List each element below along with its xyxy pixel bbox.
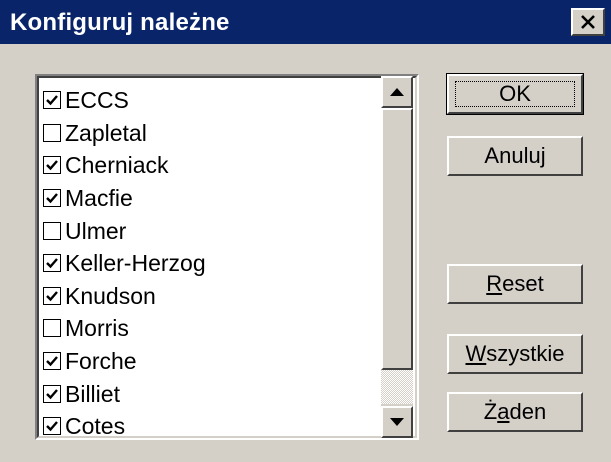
checklist-item[interactable]: ECCS xyxy=(43,84,373,117)
checkmark-icon xyxy=(46,160,58,171)
checkbox[interactable] xyxy=(43,417,61,436)
checkbox[interactable] xyxy=(43,221,61,240)
checklist-box[interactable]: ECCS Zapletal Cherniack Macfie Ulmer Keller-H… xyxy=(35,74,419,440)
checkbox[interactable] xyxy=(43,286,61,305)
checkbox[interactable] xyxy=(43,156,61,175)
checklist-item-label: Keller-Herzog xyxy=(65,250,206,277)
close-icon xyxy=(581,15,595,29)
checkmark-icon xyxy=(46,95,58,106)
ok-button[interactable]: OK xyxy=(446,73,584,115)
checkbox[interactable] xyxy=(43,384,61,403)
checkbox[interactable] xyxy=(43,254,61,273)
checklist-item[interactable]: Forche xyxy=(43,345,373,378)
checklist-item[interactable]: Billiet xyxy=(43,377,373,410)
checklist-item-label: ECCS xyxy=(65,87,129,114)
cancel-button[interactable]: Anuluj xyxy=(447,136,583,176)
select-all-label: Wszystkie xyxy=(465,341,565,366)
select-none-label: Żaden xyxy=(483,399,547,424)
checklist-item[interactable]: Knudson xyxy=(43,280,373,313)
checklist-item-label: Ulmer xyxy=(65,217,127,244)
dialog-title: Konfiguruj należne xyxy=(10,9,230,36)
checklist-item-label: Knudson xyxy=(65,282,156,309)
checkbox[interactable] xyxy=(43,319,61,338)
vertical-scrollbar[interactable] xyxy=(381,76,413,438)
checkbox[interactable] xyxy=(43,123,61,142)
checkmark-icon xyxy=(46,193,58,204)
checklist-item[interactable]: Cotes xyxy=(43,410,373,443)
reset-label: Reset xyxy=(486,271,544,296)
cancel-label: Anuluj xyxy=(484,143,546,168)
select-none-button[interactable]: Żaden xyxy=(447,392,583,432)
checklist-item-label: Cherniack xyxy=(65,152,169,179)
checkmark-icon xyxy=(46,421,58,432)
reset-button[interactable]: Reset xyxy=(447,264,583,304)
checkmark-icon xyxy=(46,356,58,367)
checklist-item[interactable]: Keller-Herzog xyxy=(43,247,373,280)
checklist-item-label: Zapletal xyxy=(65,119,147,146)
configure-dialog: Konfiguruj należne ECCS Zapletal Cherniack… xyxy=(0,0,611,462)
checklist-item-label: Morris xyxy=(65,315,129,342)
arrow-down-icon xyxy=(390,418,404,426)
scroll-down-button[interactable] xyxy=(381,406,413,438)
arrow-up-icon xyxy=(390,88,404,96)
title-bar: Konfiguruj należne xyxy=(0,0,611,44)
checklist-item[interactable]: Macfie xyxy=(43,182,373,215)
close-button[interactable] xyxy=(571,8,605,36)
checklist-item-label: Forche xyxy=(65,348,137,375)
checklist-item[interactable]: Cherniack xyxy=(43,149,373,182)
checkbox[interactable] xyxy=(43,352,61,371)
checkmark-icon xyxy=(46,258,58,269)
checklist-item-label: Billiet xyxy=(65,380,120,407)
checkmark-icon xyxy=(46,291,58,302)
checklist-item-label: Cotes xyxy=(65,413,126,440)
select-all-button[interactable]: Wszystkie xyxy=(447,334,583,374)
ok-label: OK xyxy=(499,81,531,106)
checklist-item[interactable]: Zapletal xyxy=(43,117,373,150)
scroll-thumb[interactable] xyxy=(381,108,413,370)
checklist-items: ECCS Zapletal Cherniack Macfie Ulmer Keller-H… xyxy=(43,84,373,443)
scroll-track[interactable] xyxy=(381,370,413,404)
checklist-item[interactable]: Morris xyxy=(43,312,373,345)
checklist-item[interactable]: Ulmer xyxy=(43,214,373,247)
checkbox[interactable] xyxy=(43,91,61,110)
checkbox[interactable] xyxy=(43,189,61,208)
checkmark-icon xyxy=(46,388,58,399)
scroll-up-button[interactable] xyxy=(381,76,413,108)
checklist-item-label: Macfie xyxy=(65,185,133,212)
